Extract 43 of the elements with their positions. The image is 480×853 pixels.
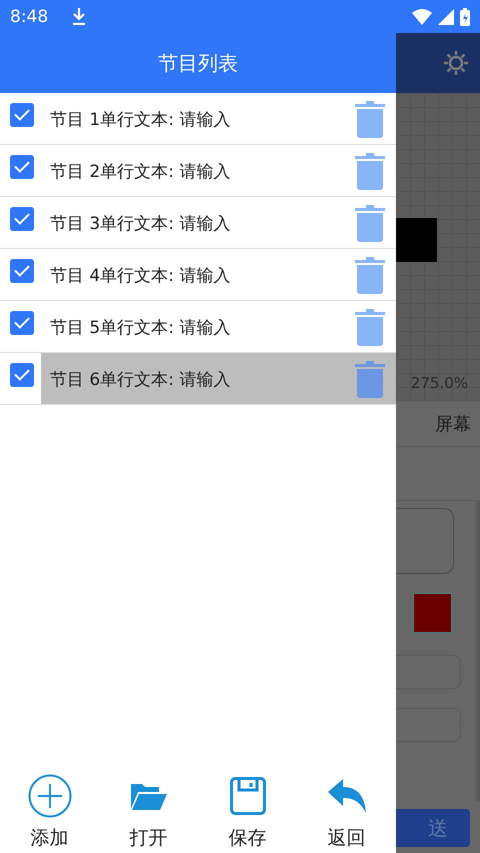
wifi-icon [412, 8, 432, 24]
trash-icon[interactable] [355, 100, 385, 138]
checkbox[interactable] [10, 155, 34, 179]
program-item[interactable]: 节目 1单行文本: 请输入 [41, 93, 396, 144]
program-label: 节目 2单行文本: 请输入 [50, 161, 232, 183]
canvas-element [396, 218, 437, 262]
checkbox[interactable] [10, 363, 34, 387]
checkbox[interactable] [10, 103, 34, 127]
program-item[interactable]: 节目 5单行文本: 请输入 [41, 301, 396, 352]
add-button[interactable]: 添加 [0, 773, 99, 851]
program-item[interactable]: 节目 6单行文本: 请输入 [41, 353, 396, 404]
program-item[interactable]: 节目 2单行文本: 请输入 [41, 145, 396, 196]
open-button[interactable]: 打开 [99, 773, 198, 851]
trash-icon[interactable] [355, 152, 385, 190]
text-field[interactable] [396, 508, 454, 574]
reply-arrow-icon [328, 779, 366, 813]
input-field[interactable] [396, 655, 461, 689]
signal-icon [438, 8, 454, 24]
status-time: 8:48 [10, 6, 48, 26]
save-button[interactable]: 保存 [198, 773, 297, 851]
trash-icon[interactable] [355, 308, 385, 346]
plus-circle-icon [28, 774, 72, 818]
checkbox[interactable] [10, 207, 34, 231]
input-field[interactable] [396, 708, 461, 742]
program-label: 节目 1单行文本: 请输入 [50, 109, 232, 131]
settings-icon[interactable] [444, 51, 468, 75]
trash-icon[interactable] [355, 204, 385, 242]
checkbox[interactable] [10, 259, 34, 283]
download-icon [72, 8, 86, 25]
program-label: 节目 3单行文本: 请输入 [50, 213, 232, 235]
color-swatch[interactable] [413, 593, 452, 633]
trash-icon[interactable] [355, 256, 385, 294]
folder-icon [130, 781, 168, 811]
program-label: 节目 4单行文本: 请输入 [50, 265, 232, 287]
drawer-title: 节目列表 [158, 50, 238, 76]
checkbox[interactable] [10, 311, 34, 335]
program-item[interactable]: 节目 3单行文本: 请输入 [41, 197, 396, 248]
program-label: 节目 6单行文本: 请输入 [50, 369, 232, 391]
trash-icon[interactable] [355, 360, 385, 398]
back-button[interactable]: 返回 [297, 773, 396, 851]
program-item[interactable]: 节目 4单行文本: 请输入 [41, 249, 396, 300]
battery-icon [460, 8, 470, 26]
program-label: 节目 5单行文本: 请输入 [50, 317, 232, 339]
